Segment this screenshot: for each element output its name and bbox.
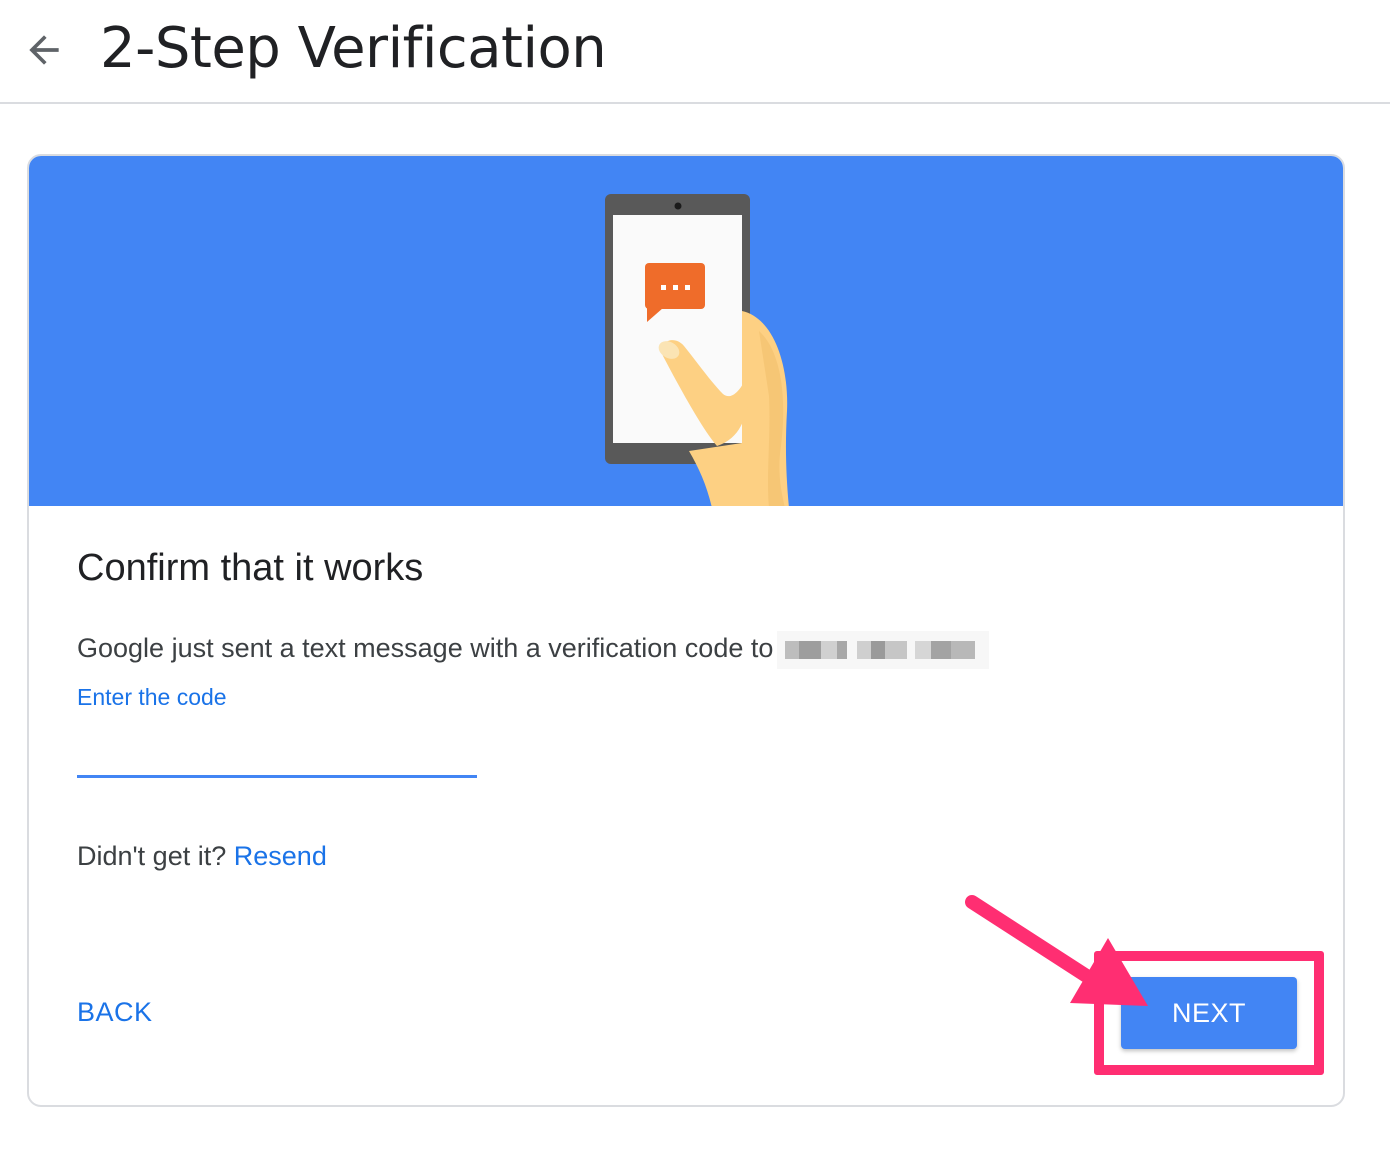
back-button[interactable]: BACK [77,994,153,1030]
resend-prompt: Didn't get it? [77,841,227,871]
description-text: Google just sent a text message with a v… [77,633,774,663]
redacted-phone-number [777,630,990,669]
code-field-label: Enter the code [77,684,227,710]
next-button[interactable]: NEXT [1121,977,1297,1049]
page-title: 2-Step Verification [100,16,607,81]
verification-code-input[interactable] [77,722,477,778]
arrow-back-icon[interactable] [22,28,66,72]
resend-link[interactable]: Resend [234,841,327,871]
verification-card: Confirm that it works Google just sent a… [27,154,1345,1107]
top-app-bar: 2-Step Verification [0,0,1390,104]
hero-banner [29,156,1343,506]
resend-row: Didn't get it? Resend [77,838,327,874]
instruction-text: Google just sent a text message with a v… [77,630,990,669]
phone-with-message-illustration [605,194,789,506]
card-heading: Confirm that it works [77,547,424,589]
